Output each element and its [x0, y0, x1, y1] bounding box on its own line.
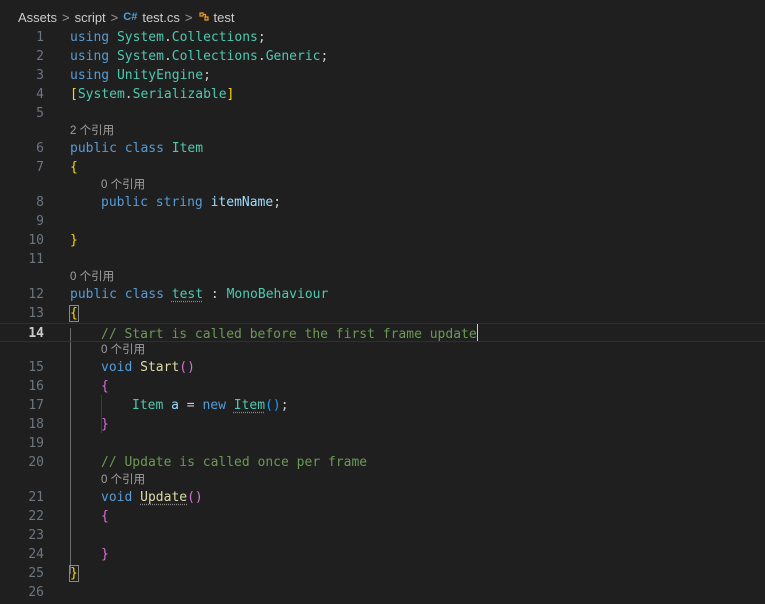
code-line[interactable]: 8 public string itemName;	[0, 193, 765, 212]
code-line[interactable]: 7 {	[0, 158, 765, 177]
line-content: // Update is called once per frame	[101, 455, 368, 470]
line-number: 26	[28, 585, 44, 600]
line-content: }	[70, 233, 78, 248]
line-number: 3	[36, 68, 44, 83]
codelens-references[interactable]: 0 个引用	[101, 178, 145, 192]
code-line[interactable]: 20 // Update is called once per frame	[0, 453, 765, 472]
code-line[interactable]: 2 using System.Collections.Generic;	[0, 47, 765, 66]
code-line[interactable]: 25 }	[0, 564, 765, 583]
code-line[interactable]: 9	[0, 212, 765, 231]
line-number: 16	[28, 379, 44, 394]
code-editor[interactable]: 1 using System.Collections; 2 using Syst…	[0, 28, 765, 604]
breadcrumb-symbol[interactable]: test	[214, 10, 235, 25]
breadcrumb-file[interactable]: test.cs	[142, 10, 180, 25]
line-number: 12	[28, 287, 44, 302]
line-content: }	[101, 547, 109, 562]
line-number: 7	[36, 160, 44, 175]
code-line[interactable]: 1 using System.Collections;	[0, 28, 765, 47]
codelens-references[interactable]: 0 个引用	[101, 473, 145, 487]
line-number: 15	[28, 360, 44, 375]
line-content: public class Item	[70, 141, 204, 156]
line-number: 2	[36, 49, 44, 64]
code-line-current[interactable]: 14 // Start is called before the first f…	[0, 323, 765, 342]
code-line[interactable]: 15 void Start()	[0, 358, 765, 377]
line-number: 19	[28, 436, 44, 451]
chevron-right-icon: >	[62, 9, 70, 25]
line-number: 25	[28, 566, 44, 581]
text-cursor	[476, 324, 478, 341]
line-number: 18	[28, 417, 44, 432]
line-number: 17	[28, 398, 44, 413]
line-content: using UnityEngine;	[70, 68, 211, 83]
code-line[interactable]: 21 void Update()	[0, 488, 765, 507]
code-line[interactable]: 22 {	[0, 507, 765, 526]
line-content: {	[101, 379, 109, 394]
code-line[interactable]: 17 Item a = new Item();	[0, 396, 765, 415]
line-number: 10	[28, 233, 44, 248]
code-line[interactable]: 11	[0, 250, 765, 269]
line-content: using System.Collections;	[70, 30, 266, 45]
line-content: Item a = new Item();	[132, 398, 289, 413]
line-number: 14	[28, 326, 44, 341]
line-number: 11	[28, 252, 44, 267]
line-number: 24	[28, 547, 44, 562]
code-line[interactable]: 10 }	[0, 231, 765, 250]
code-line[interactable]: 23	[0, 526, 765, 545]
code-line[interactable]: 5	[0, 104, 765, 123]
code-line[interactable]: 19	[0, 434, 765, 453]
line-content: {	[70, 160, 78, 175]
code-line[interactable]: 16 {	[0, 377, 765, 396]
line-number: 1	[36, 30, 44, 45]
code-line[interactable]: 13 {	[0, 304, 765, 323]
codelens-references[interactable]: 0 个引用	[101, 343, 145, 357]
line-number: 23	[28, 528, 44, 543]
chevron-right-icon: >	[184, 9, 193, 25]
line-content: {	[101, 509, 109, 524]
line-content: }	[69, 565, 79, 582]
line-content: public class test : MonoBehaviour	[70, 287, 329, 302]
breadcrumb-assets[interactable]: Assets	[18, 10, 57, 25]
line-number: 8	[36, 195, 44, 210]
line-number: 9	[36, 214, 44, 229]
line-content: void Start()	[101, 360, 195, 375]
symbol-class-icon	[198, 10, 210, 25]
line-number: 4	[36, 87, 44, 102]
code-line[interactable]: 12 public class test : MonoBehaviour	[0, 285, 765, 304]
line-number: 5	[36, 106, 44, 121]
codelens-references[interactable]: 0 个引用	[70, 270, 114, 284]
line-content: {	[69, 305, 79, 322]
csharp-file-icon: C#	[123, 11, 138, 23]
line-content: // Start is called before the first fram…	[101, 324, 478, 344]
line-number: 21	[28, 490, 44, 505]
code-line[interactable]: 26	[0, 583, 765, 602]
line-number: 6	[36, 141, 44, 156]
code-line[interactable]: 24 }	[0, 545, 765, 564]
line-content: }	[101, 417, 109, 432]
code-line[interactable]: 3 using UnityEngine;	[0, 66, 765, 85]
code-line[interactable]: 6 public class Item	[0, 139, 765, 158]
line-content: [System.Serializable]	[70, 87, 235, 102]
line-content: using System.Collections.Generic;	[70, 49, 329, 64]
code-line[interactable]: 4 [System.Serializable]	[0, 85, 765, 104]
chevron-right-icon: >	[110, 9, 119, 25]
line-content: void Update()	[101, 490, 203, 505]
line-content: public string itemName;	[101, 195, 282, 210]
breadcrumb-script[interactable]: script	[75, 10, 106, 25]
line-number: 22	[28, 509, 44, 524]
line-number: 13	[28, 306, 44, 321]
line-number: 20	[28, 455, 44, 470]
code-line[interactable]: 18 }	[0, 415, 765, 434]
codelens-references[interactable]: 2 个引用	[70, 124, 114, 138]
